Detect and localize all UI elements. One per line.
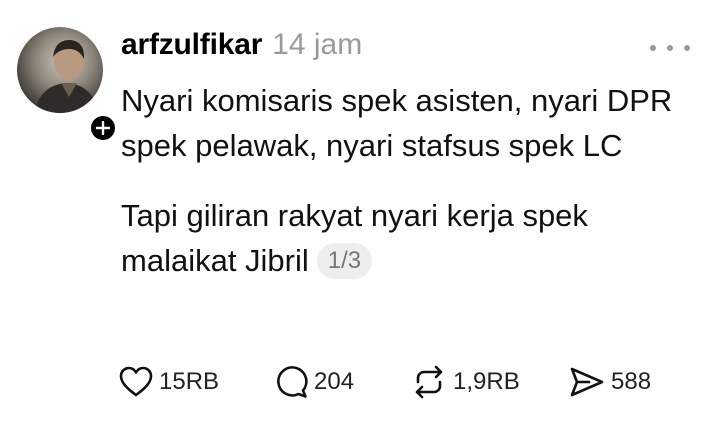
- thread-post: arfzulfikar 14 jam Nyari komisaris spek …: [0, 0, 720, 427]
- repost-button[interactable]: 1,9RB: [411, 362, 520, 402]
- reply-count: 204: [314, 368, 355, 395]
- timestamp: 14 jam: [272, 28, 363, 61]
- avatar[interactable]: [17, 27, 103, 113]
- post-paragraph-2: Tapi giliran rakyat nyari kerja spek mal…: [121, 193, 711, 283]
- like-count: 15RB: [159, 368, 220, 395]
- share-button[interactable]: 588: [569, 362, 651, 402]
- follow-button[interactable]: [88, 113, 118, 143]
- more-options-button[interactable]: [650, 36, 690, 60]
- heart-icon: [119, 366, 153, 397]
- more-dots-icon: [667, 45, 673, 51]
- username[interactable]: arfzulfikar: [121, 28, 262, 62]
- action-bar: 15RB 204 1,9RB 588: [119, 362, 679, 402]
- send-icon: [570, 367, 604, 397]
- repost-count: 1,9RB: [453, 368, 520, 395]
- plus-icon: [96, 121, 110, 135]
- page-indicator[interactable]: 1/3: [316, 243, 373, 279]
- post-paragraph-1: Nyari komisaris spek asisten, nyari DPR …: [121, 83, 673, 163]
- post-body: Nyari komisaris spek asisten, nyari DPR …: [121, 78, 711, 283]
- comment-icon: [277, 366, 308, 398]
- share-count: 588: [611, 368, 652, 395]
- repost-icon: [415, 365, 443, 399]
- avatar-photo: [35, 39, 99, 113]
- more-dots-icon: [684, 45, 690, 51]
- more-dots-icon: [650, 45, 656, 51]
- reply-button[interactable]: 204: [274, 362, 354, 402]
- avatar-container: [17, 27, 118, 143]
- post-header: arfzulfikar 14 jam: [121, 28, 362, 68]
- like-button[interactable]: 15RB: [119, 362, 219, 402]
